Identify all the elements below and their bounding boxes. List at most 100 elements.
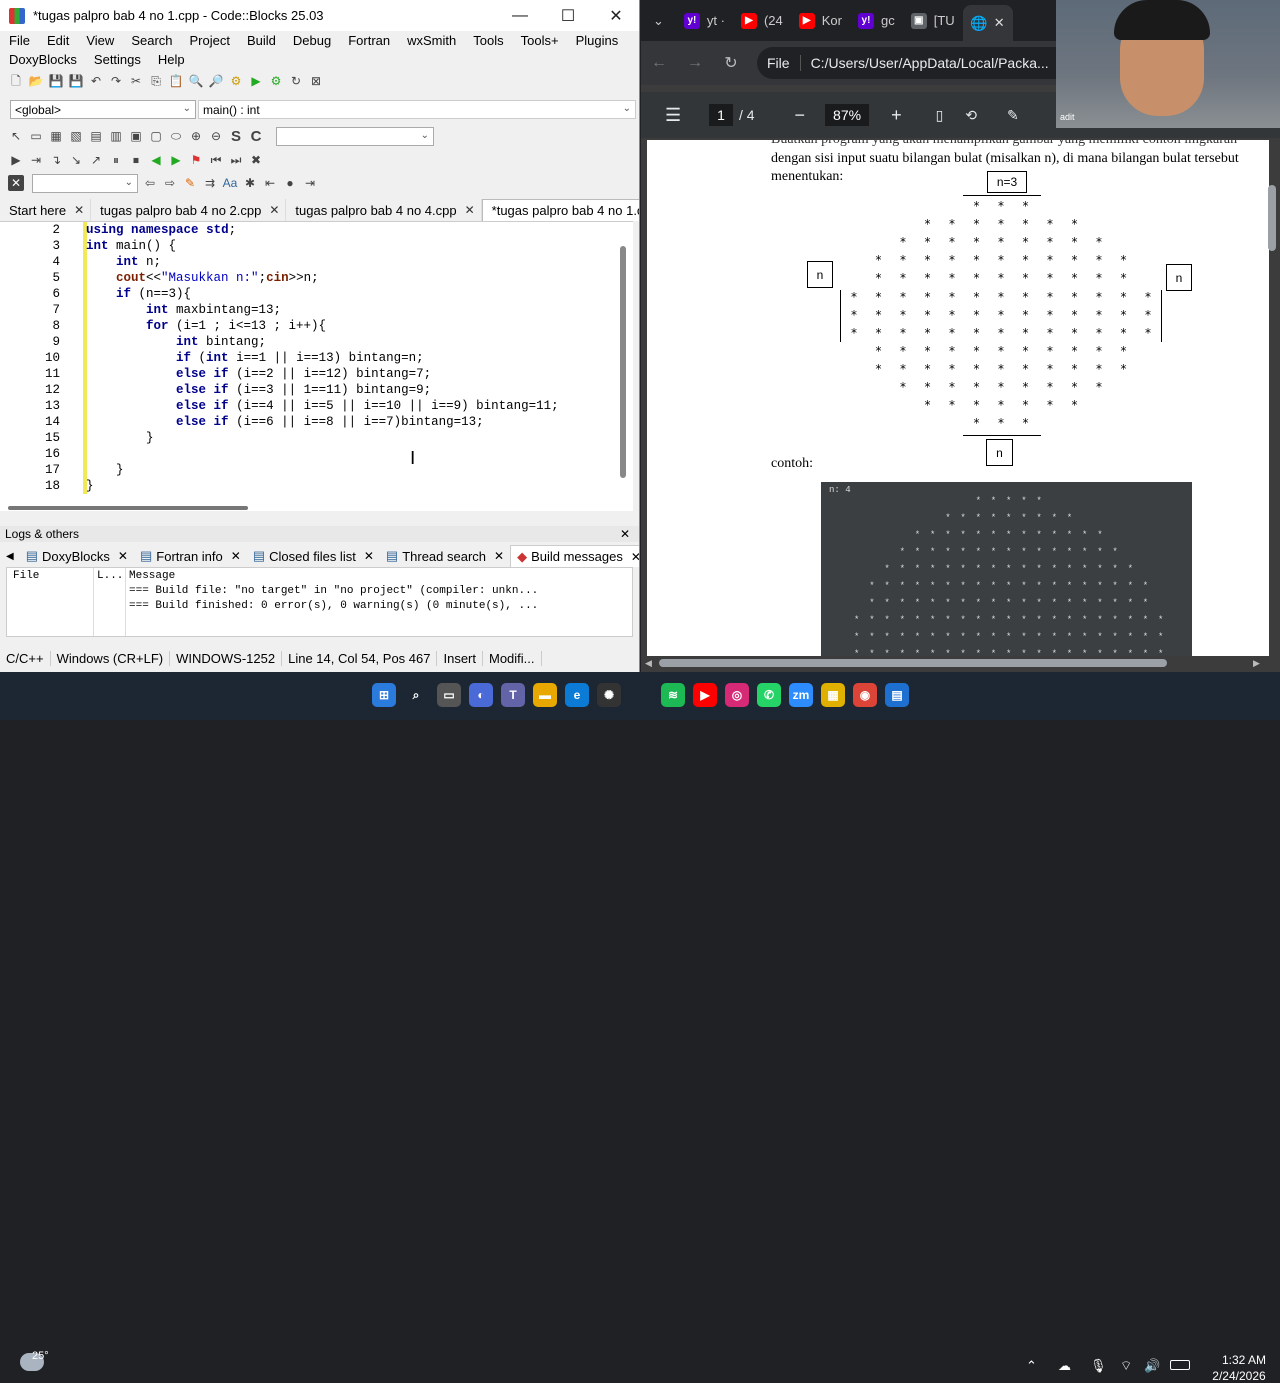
shape-icon[interactable]: ▥: [108, 128, 124, 144]
volume-icon[interactable]: 🔊: [1144, 1358, 1160, 1374]
tab-close-icon[interactable]: ✕: [118, 549, 128, 563]
search-icon[interactable]: ⌕: [404, 683, 428, 707]
bookmark-prev-icon[interactable]: ⏮: [208, 152, 224, 168]
code-line[interactable]: 16: [0, 446, 620, 462]
dot-icon[interactable]: ●: [282, 175, 298, 191]
page-number-input[interactable]: 1: [709, 104, 733, 126]
paste-icon[interactable]: 📋: [168, 73, 184, 89]
code-line[interactable]: 2 using namespace std;: [0, 222, 620, 238]
reload-icon[interactable]: ↻: [713, 53, 749, 73]
pause-icon[interactable]: ⏸: [108, 152, 124, 168]
pointer-icon[interactable]: ↖: [8, 128, 24, 144]
tabs-left-icon[interactable]: ◀: [0, 551, 20, 562]
rebuild-icon[interactable]: ↻: [288, 73, 304, 89]
youtube-icon[interactable]: ▶: [693, 683, 717, 707]
menu-plugins[interactable]: Plugins: [576, 33, 619, 48]
tab-close-icon[interactable]: ✕: [994, 15, 1005, 31]
spotify-icon[interactable]: ≋: [661, 683, 685, 707]
highlight-icon[interactable]: ✎: [182, 175, 198, 191]
save-all-icon[interactable]: 💾: [68, 73, 84, 89]
compiler-combo[interactable]: ⌄: [32, 173, 138, 193]
wifi-icon[interactable]: ⌔: [1120, 1358, 1132, 1374]
shape-icon[interactable]: ▦: [48, 128, 64, 144]
tab-close-icon[interactable]: ✕: [494, 549, 504, 563]
browser-tab[interactable]: y! gc: [850, 5, 903, 37]
menu-view[interactable]: View: [86, 33, 114, 48]
code-line[interactable]: 9 int bintang;: [0, 334, 620, 350]
step-into-icon[interactable]: ↘: [68, 152, 84, 168]
horizontal-scrollbar[interactable]: [659, 659, 1167, 667]
battery-icon[interactable]: [1170, 1360, 1190, 1370]
build-messages-list[interactable]: File L... Message === Build file: "no ta…: [6, 567, 633, 637]
browser-tab[interactable]: y! yt ·: [676, 5, 733, 37]
forward-icon[interactable]: ⇨: [162, 175, 178, 191]
tab-close-icon[interactable]: ✕: [231, 549, 241, 563]
editor-tab[interactable]: Start here ✕: [0, 199, 92, 221]
replace-icon[interactable]: 🔎: [208, 73, 224, 89]
cut-icon[interactable]: ✂: [128, 73, 144, 89]
column-line[interactable]: L...: [97, 570, 123, 582]
settings-gear-icon[interactable]: ⚙: [228, 73, 244, 89]
browser-tab[interactable]: ▶ Kor: [791, 5, 850, 37]
menu-search[interactable]: Search: [131, 33, 172, 48]
menu-file[interactable]: File: [9, 33, 30, 48]
step-out-icon[interactable]: ↗: [88, 152, 104, 168]
code-line[interactable]: 3 int main() {: [0, 238, 620, 254]
weather-temp[interactable]: 25°: [32, 1350, 49, 1362]
back-icon[interactable]: ←: [641, 54, 677, 72]
pdf-viewport[interactable]: Buatkan program yang akan menampilkan ga…: [647, 140, 1269, 656]
jump-forward-icon[interactable]: ⇥: [302, 175, 318, 191]
code-editor[interactable]: 2 using namespace std; 3 int main() {4 int …: [0, 221, 633, 511]
copy-icon[interactable]: ⎘: [148, 73, 164, 89]
network-icon[interactable]: ☁: [1058, 1358, 1071, 1374]
tab-close-icon[interactable]: ✕: [465, 203, 475, 217]
tab-current[interactable]: 🌐 ✕: [962, 5, 1013, 41]
shape-icon[interactable]: ▣: [128, 128, 144, 144]
editor-tab[interactable]: *tugas palpro bab 4 no 1.cpp✕: [481, 199, 639, 221]
shape-icon[interactable]: ▧: [68, 128, 84, 144]
log-message[interactable]: === Build file: "no target" in "no proje…: [129, 585, 538, 597]
menu-doxyblocks[interactable]: DoxyBlocks: [9, 52, 77, 67]
horizontal-scrollbar[interactable]: [8, 506, 248, 510]
menu-tools[interactable]: Tools: [473, 33, 503, 48]
shape-icon[interactable]: ⬭: [168, 128, 184, 144]
vertical-scrollbar[interactable]: [1268, 185, 1276, 251]
save-icon[interactable]: 💾: [48, 73, 64, 89]
rotate-icon[interactable]: ⟲: [965, 107, 977, 124]
column-file[interactable]: File: [13, 570, 39, 582]
clear-bookmarks-icon[interactable]: ✖: [248, 152, 264, 168]
browser-tab[interactable]: ▶ (24: [733, 5, 791, 37]
tray-chevron-icon[interactable]: ⌃: [1026, 1358, 1037, 1374]
open-icon[interactable]: 📂: [28, 73, 44, 89]
code-line[interactable]: 5 cout<<"Masukkan n:";cin>>n;: [0, 270, 620, 286]
next-icon[interactable]: ▶: [168, 152, 184, 168]
s-icon[interactable]: S: [228, 128, 244, 144]
code-line[interactable]: 10 if (int i==1 || i==13) bintang=n;: [0, 350, 620, 366]
mic-icon[interactable]: 🎙: [1090, 1358, 1107, 1374]
code-line[interactable]: 14 else if (i==6 || i==8 || i==7)bintang…: [0, 414, 620, 430]
task-view-icon[interactable]: ▭: [437, 683, 461, 707]
close-icon[interactable]: ✕: [8, 175, 24, 191]
prev-icon[interactable]: ◀: [148, 152, 164, 168]
tab-close-icon[interactable]: ✕: [631, 550, 639, 564]
zoom-out-icon[interactable]: ⊖: [208, 128, 224, 144]
back-icon[interactable]: ⇦: [142, 175, 158, 191]
copilot-icon[interactable]: ◐: [469, 683, 493, 707]
minimize-button[interactable]: —: [496, 0, 544, 31]
instagram-icon[interactable]: ◎: [725, 683, 749, 707]
code-line[interactable]: 8 for (i=1 ; i<=13 ; i++){: [0, 318, 620, 334]
menu-settings[interactable]: Settings: [94, 52, 141, 67]
code-line[interactable]: 12 else if (i==3 || 1==11) bintang=9;: [0, 382, 620, 398]
column-message[interactable]: Message: [129, 570, 175, 582]
code-line[interactable]: 6 if (n==3){: [0, 286, 620, 302]
bookmark-next-icon[interactable]: ⏭: [228, 152, 244, 168]
log-tab[interactable]: ▤ Closed files list ✕: [247, 545, 380, 567]
log-tab[interactable]: ▤ DoxyBlocks ✕: [20, 545, 134, 567]
codeblocks-taskbar-icon[interactable]: ▦: [821, 683, 845, 707]
menu-edit[interactable]: Edit: [47, 33, 69, 48]
clock-date[interactable]: 2/24/2026: [1206, 1369, 1272, 1383]
wand-icon[interactable]: ✱: [242, 175, 258, 191]
scroll-left-icon[interactable]: ◀: [645, 658, 652, 669]
menu-help[interactable]: Help: [158, 52, 185, 67]
run-to-cursor-icon[interactable]: ⇥: [28, 152, 44, 168]
